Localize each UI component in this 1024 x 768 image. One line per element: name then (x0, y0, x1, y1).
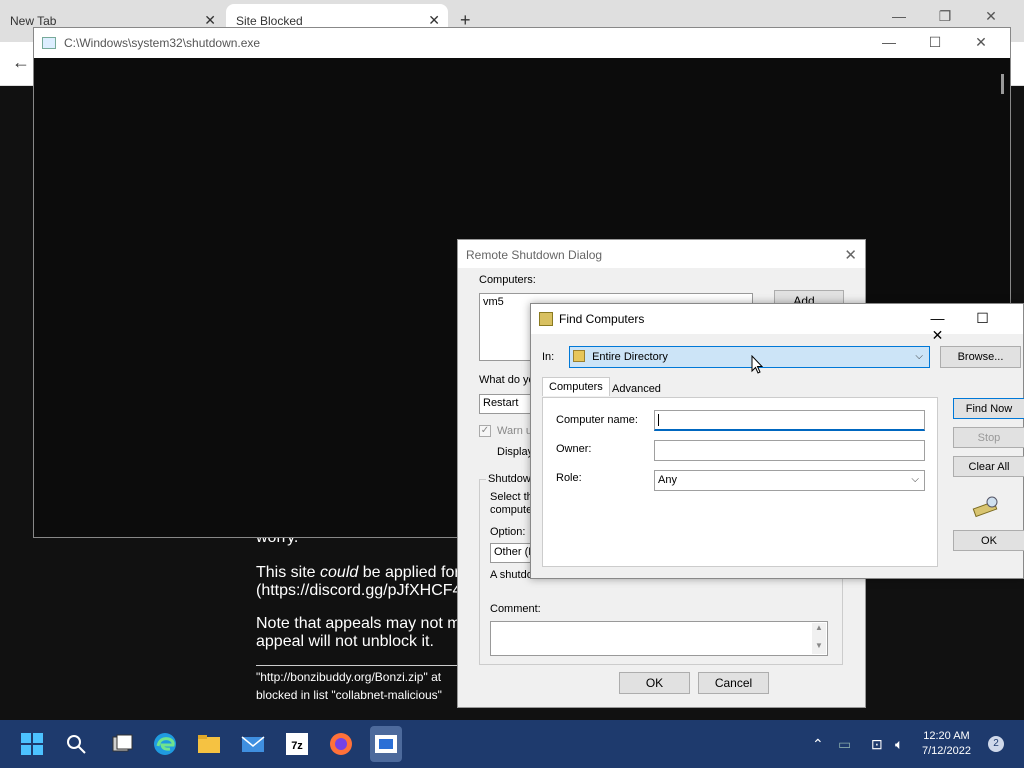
app-window-icon[interactable] (370, 726, 402, 762)
text: This site (256, 564, 321, 581)
7zip-icon[interactable]: 7z (285, 732, 309, 756)
minimize-icon[interactable]: — (876, 8, 922, 24)
text-cursor (658, 414, 659, 426)
page-text-note-2: appeal will not unblock it. (256, 633, 434, 650)
ok-button[interactable]: OK (619, 672, 690, 694)
chevron-down-icon: ⌵ (911, 474, 919, 485)
minimize-icon[interactable]: — (915, 310, 960, 326)
dialog-title: Find Computers (559, 312, 645, 326)
computers-label: Computers: (479, 274, 536, 286)
console-title: C:\Windows\system32\shutdown.exe (64, 36, 261, 50)
console-window-controls: — ☐ ✕ (866, 34, 1004, 51)
page-text-note-1: Note that appeals may not m (256, 615, 461, 632)
warn-label: Warn u (497, 425, 533, 437)
console-icon (42, 37, 56, 49)
owner-input[interactable] (654, 440, 925, 461)
show-hidden-icons-icon[interactable]: ⌃ (812, 736, 824, 753)
keyboard-icon[interactable]: ▭ (838, 736, 851, 753)
clock-date: 7/12/2022 (922, 745, 971, 757)
select-text-2: compute (490, 504, 533, 516)
search-flashlight-icon (970, 496, 1000, 518)
find-computers-icon (539, 312, 553, 326)
browse-button[interactable]: Browse... (940, 346, 1021, 368)
role-label: Role: (556, 472, 582, 484)
search-icon[interactable] (64, 732, 88, 756)
mouse-cursor-icon (751, 354, 764, 375)
console-titlebar: C:\Windows\system32\shutdown.exe (34, 28, 1010, 58)
option-label: Option: (490, 526, 526, 538)
computer-name-input[interactable] (654, 410, 925, 431)
firefox-icon[interactable] (329, 732, 353, 756)
maximize-icon[interactable]: ☐ (912, 34, 958, 51)
page-text-discord: (https://discord.gg/pJfXHCF4 (256, 582, 462, 599)
window-controls: — ☐✕ (915, 310, 1023, 344)
close-icon[interactable]: ✕ (915, 327, 960, 344)
clear-all-button[interactable]: Clear All (953, 456, 1024, 477)
comment-label: Comment: (490, 603, 541, 615)
comment-textarea[interactable]: ▲ ▼ (490, 621, 828, 656)
page-text-applied: This site could be applied for (256, 563, 460, 582)
in-select-value: Entire Directory (592, 351, 668, 363)
clock-time: 12:20 AM (923, 730, 970, 742)
close-icon[interactable]: ✕ (968, 8, 1014, 25)
find-computers-dialog: Find Computers — ☐✕ In: Entire Directory … (530, 303, 1024, 579)
edge-icon[interactable] (153, 732, 177, 756)
restore-icon[interactable]: ❐ (922, 8, 968, 25)
taskbar: 7z ⌃ ▭ ⊡ 🔈︎ (0, 720, 1024, 768)
select-text-1: Select th (490, 491, 533, 503)
textarea-scrollbar[interactable]: ▲ ▼ (812, 623, 826, 654)
owner-label: Owner: (556, 443, 592, 455)
mail-icon[interactable] (241, 732, 265, 756)
task-view-icon[interactable] (110, 732, 134, 756)
back-icon[interactable]: ← (12, 52, 30, 73)
svg-text:7z: 7z (291, 740, 303, 752)
page-text-url-2: blocked in list "collabnet-malicious" (256, 688, 442, 702)
shutdown-description: A shutdo (490, 569, 533, 581)
tab-label: Site Blocked (236, 14, 303, 28)
computer-name-label: Computer name: (556, 414, 638, 426)
ok-button[interactable]: OK (953, 530, 1024, 551)
volume-icon[interactable]: 🔈︎ (895, 736, 903, 753)
close-icon[interactable]: ✕ (958, 34, 1004, 51)
maximize-icon[interactable]: ☐ (960, 310, 1005, 327)
warn-checkbox[interactable]: ✓ (479, 425, 491, 437)
console-scrollbar[interactable] (1001, 74, 1004, 94)
shutdown-group-label: Shutdow (486, 473, 533, 485)
browser-window-controls: — ❐ ✕ (876, 8, 1014, 25)
notification-badge[interactable]: 2 (988, 736, 1004, 752)
tab-computers[interactable]: Computers (542, 377, 610, 396)
dialog-title: Remote Shutdown Dialog (458, 240, 865, 268)
network-icon[interactable]: ⊡ (871, 736, 883, 753)
in-select[interactable]: Entire Directory ⌵ (569, 346, 930, 368)
display-label: Display (497, 446, 534, 458)
what-label: What do yo (479, 374, 535, 386)
stop-button[interactable]: Stop (953, 427, 1024, 448)
page-divider (256, 665, 466, 666)
close-icon[interactable]: ✕ (844, 246, 857, 264)
role-select[interactable]: Any ⌵ (654, 470, 925, 491)
windows-start-icon[interactable] (20, 732, 44, 756)
role-select-value: Any (658, 474, 677, 486)
clock[interactable]: 12:20 AM 7/12/2022 (922, 729, 971, 759)
tab-label: New Tab (10, 14, 57, 28)
text-emphasis: could (320, 564, 359, 581)
cancel-button[interactable]: Cancel (698, 672, 769, 694)
page-text-url-1: "http://bonzibuddy.org/Bonzi.zip" at (256, 670, 442, 684)
find-now-button[interactable]: Find Now (953, 398, 1024, 419)
in-label: In: (542, 351, 555, 363)
chevron-down-icon: ⌵ (915, 351, 923, 362)
tab-advanced[interactable]: Advanced (606, 380, 667, 398)
directory-icon (573, 350, 585, 362)
file-explorer-icon[interactable] (197, 732, 221, 756)
minimize-icon[interactable]: — (866, 34, 912, 50)
text: be applied for (358, 564, 460, 581)
